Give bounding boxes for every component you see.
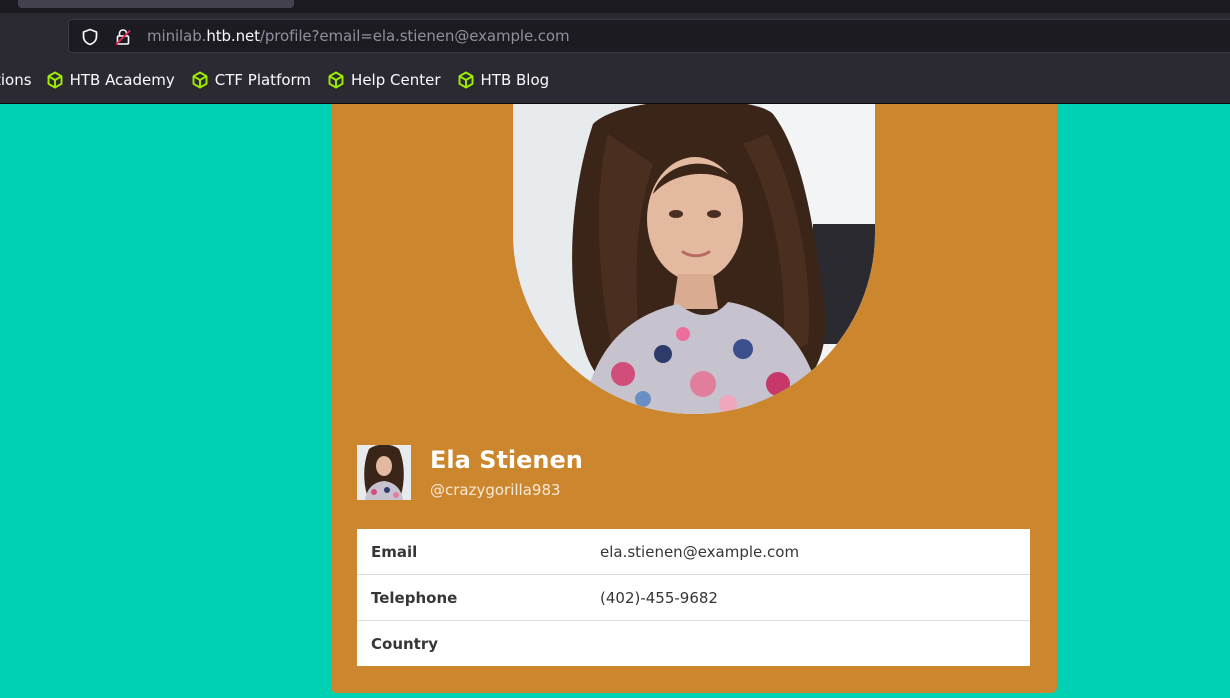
active-tab[interactable] (18, 0, 294, 8)
field-value-country (586, 620, 1030, 666)
bookmark-htb-blog[interactable]: HTB Blog (457, 71, 550, 89)
field-value-email: ela.stienen@example.com (600, 542, 800, 561)
hackthebox-cube-icon (458, 71, 473, 89)
hackthebox-cube-icon (192, 71, 208, 89)
profile-details-table: Email ela.stienen@example.com Telephone … (357, 529, 1030, 666)
tab-strip (0, 0, 1230, 13)
profile-name: Ela Stienen (430, 446, 583, 474)
navigation-toolbar: minilab.htb.net/profile?email=ela.stiene… (0, 13, 1230, 59)
bookmark-htb-academy[interactable]: HTB Academy (46, 71, 175, 89)
profile-card: Ela Stienen @crazygorilla983 Email ela.s… (331, 104, 1057, 693)
hackthebox-cube-icon (47, 71, 63, 89)
avatar (357, 445, 411, 500)
table-row: Email ela.stienen@example.com (357, 529, 1030, 575)
bookmark-label: Help Center (351, 71, 441, 89)
field-label-telephone: Telephone (357, 574, 586, 621)
bookmark-truncated[interactable]: tions (0, 71, 32, 89)
bookmark-ctf-platform[interactable]: CTF Platform (191, 71, 311, 89)
url-text[interactable]: minilab.htb.net/profile?email=ela.stiene… (147, 27, 570, 45)
address-bar[interactable]: minilab.htb.net/profile?email=ela.stiene… (68, 19, 1230, 53)
insecure-lock-icon[interactable] (113, 27, 133, 47)
field-label-email: Email (371, 542, 418, 561)
shield-icon[interactable] (81, 28, 99, 46)
hackthebox-cube-icon (328, 71, 344, 89)
profile-handle: @crazygorilla983 (430, 481, 561, 499)
field-value-telephone: (402)-455-9682 (586, 574, 1030, 621)
url-host: htb.net (206, 27, 260, 45)
table-row: Country (357, 620, 1030, 666)
table-row: Telephone (402)-455-9682 (357, 574, 1030, 621)
field-label-country: Country (357, 620, 586, 666)
bookmarks-toolbar: tions HTB Academy CTF Platform Help Cent… (0, 59, 1230, 104)
bookmark-help-center[interactable]: Help Center (327, 71, 441, 89)
bookmark-label: HTB Academy (69, 71, 175, 89)
bookmark-label: HTB Blog (480, 71, 550, 89)
bookmark-label: CTF Platform (214, 71, 312, 89)
url-path: /profile?email=ela.stienen@example.com (259, 27, 570, 45)
profile-photo (513, 104, 875, 414)
url-prefix: minilab. (147, 27, 207, 45)
